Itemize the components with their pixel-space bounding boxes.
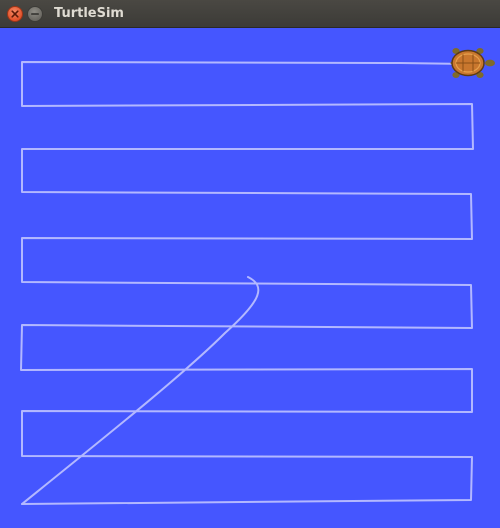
- minimize-icon: [30, 13, 39, 15]
- minimize-button[interactable]: [27, 6, 43, 22]
- window-titlebar[interactable]: TurtleSim: [0, 0, 500, 28]
- turtle-head: [485, 59, 495, 67]
- turtle-canvas-svg: [0, 28, 500, 528]
- turtle-canvas: [0, 28, 500, 528]
- window-title: TurtleSim: [54, 6, 124, 21]
- turtlesim-window: TurtleSim: [0, 0, 500, 528]
- close-icon: [11, 10, 19, 18]
- close-button[interactable]: [7, 6, 23, 22]
